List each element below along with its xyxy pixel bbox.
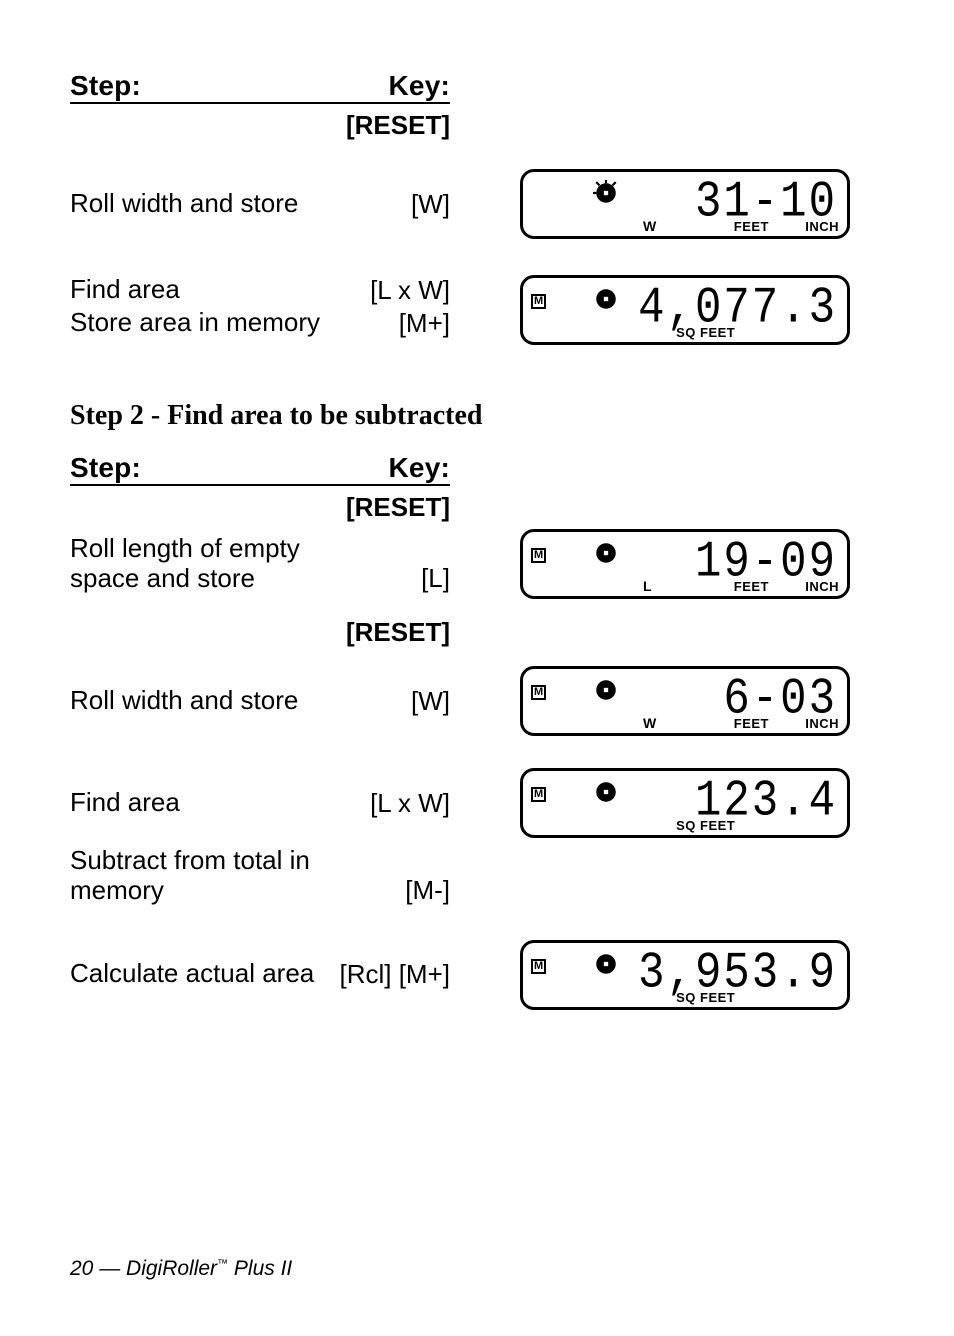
- row-roll-length: Roll length of empty space and store [L]…: [70, 529, 894, 599]
- key-label: [L x W]: [320, 788, 450, 819]
- memory-indicator: M: [531, 294, 546, 309]
- lcd-sub-feet: FEET: [734, 580, 769, 593]
- lcd-sub-lw: W: [643, 716, 657, 730]
- page-number: 20: [70, 1257, 93, 1280]
- lcd-display: M 6-03 W FEET INCH: [520, 666, 850, 736]
- lcd-sub-sqfeet: SQ FEET: [676, 819, 735, 832]
- step-desc: Roll width and store: [70, 686, 320, 716]
- section-heading: Step 2 - Find area to be subtracted: [70, 400, 894, 432]
- key-label: [W]: [320, 686, 450, 717]
- lcd-sub-feet: FEET: [734, 717, 769, 730]
- key-label: [Rcl] [M+]: [320, 959, 450, 990]
- row-find-area-2: Find area [L x W] M 123.4 SQ FEET: [70, 768, 894, 838]
- lcd-sub-inch: INCH: [805, 220, 839, 233]
- wheel-icon: [593, 677, 619, 707]
- wheel-icon: [593, 540, 619, 570]
- lcd-display: M 19-09 L FEET INCH: [520, 529, 850, 599]
- row-subtract: Subtract from total in memory [M-]: [70, 846, 894, 906]
- lcd-sub-lw: L: [643, 579, 652, 593]
- wheel-icon: [593, 286, 619, 316]
- step-desc: Roll length of empty space and store: [70, 534, 320, 594]
- step-desc: Find area: [70, 275, 320, 306]
- step-desc: Roll width and store: [70, 189, 320, 219]
- lcd-display: M 3,953.9 SQ FEET: [520, 940, 850, 1010]
- lcd-display: M 123.4 SQ FEET: [520, 768, 850, 838]
- key-label: [M-]: [320, 875, 450, 906]
- memory-indicator: M: [531, 787, 546, 802]
- memory-indicator: M: [531, 959, 546, 974]
- wheel-icon: [593, 180, 619, 210]
- lcd-sub-feet: FEET: [734, 220, 769, 233]
- header-step: Step:: [70, 70, 320, 102]
- lcd-sub-inch: INCH: [805, 580, 839, 593]
- footer-sep: —: [93, 1257, 126, 1280]
- header-key: Key:: [320, 70, 450, 102]
- key-label: [L]: [320, 563, 450, 594]
- row-reset-1: [RESET]: [70, 110, 894, 141]
- step-desc: Subtract from total in memory: [70, 846, 320, 906]
- row-reset-2: [RESET]: [70, 492, 894, 523]
- row-find-area-1: Find area [L x W] Store area in memory […: [70, 275, 894, 345]
- key-label: [L x W]: [320, 275, 450, 306]
- table-header: Step: Key:: [70, 452, 450, 486]
- lcd-sub-sqfeet: SQ FEET: [676, 326, 735, 339]
- trademark-symbol: ™: [217, 1258, 228, 1270]
- memory-indicator: M: [531, 548, 546, 563]
- wheel-icon: [593, 951, 619, 981]
- lcd-sub-lw: W: [643, 219, 657, 233]
- row-roll-width-1: Roll width and store [W] 31-10 W FEET IN…: [70, 169, 894, 239]
- header-step: Step:: [70, 452, 320, 484]
- header-key: Key:: [320, 452, 450, 484]
- lcd-sub-inch: INCH: [805, 717, 839, 730]
- row-roll-width-2: Roll width and store [W] M 6-03 W FEET I…: [70, 666, 894, 736]
- key-label: [W]: [320, 189, 450, 220]
- memory-indicator: M: [531, 685, 546, 700]
- lcd-value: 3,953.9: [638, 945, 837, 1003]
- lcd-display: 31-10 W FEET INCH: [520, 169, 850, 239]
- step-desc: Calculate actual area: [70, 959, 320, 989]
- key-label: [M+]: [320, 308, 450, 339]
- key-label: [RESET]: [320, 617, 450, 648]
- row-calc-actual: Calculate actual area [Rcl] [M+] M 3,953…: [70, 940, 894, 1010]
- step-desc: Find area: [70, 788, 320, 818]
- lcd-sub-sqfeet: SQ FEET: [676, 991, 735, 1004]
- table-header: Step: Key:: [70, 70, 450, 104]
- key-label: [RESET]: [320, 492, 450, 523]
- wheel-icon: [593, 779, 619, 809]
- lcd-display: M 4,077.3 SQ FEET: [520, 275, 850, 345]
- product-name-1: DigiRoller: [126, 1257, 217, 1280]
- row-reset-3: [RESET]: [70, 617, 894, 648]
- key-label: [RESET]: [320, 110, 450, 141]
- product-name-2: Plus II: [228, 1257, 292, 1280]
- step-desc: Store area in memory: [70, 308, 320, 339]
- lcd-value: 4,077.3: [638, 280, 837, 338]
- page-footer: 20 — DigiRoller™ Plus II: [70, 1257, 292, 1281]
